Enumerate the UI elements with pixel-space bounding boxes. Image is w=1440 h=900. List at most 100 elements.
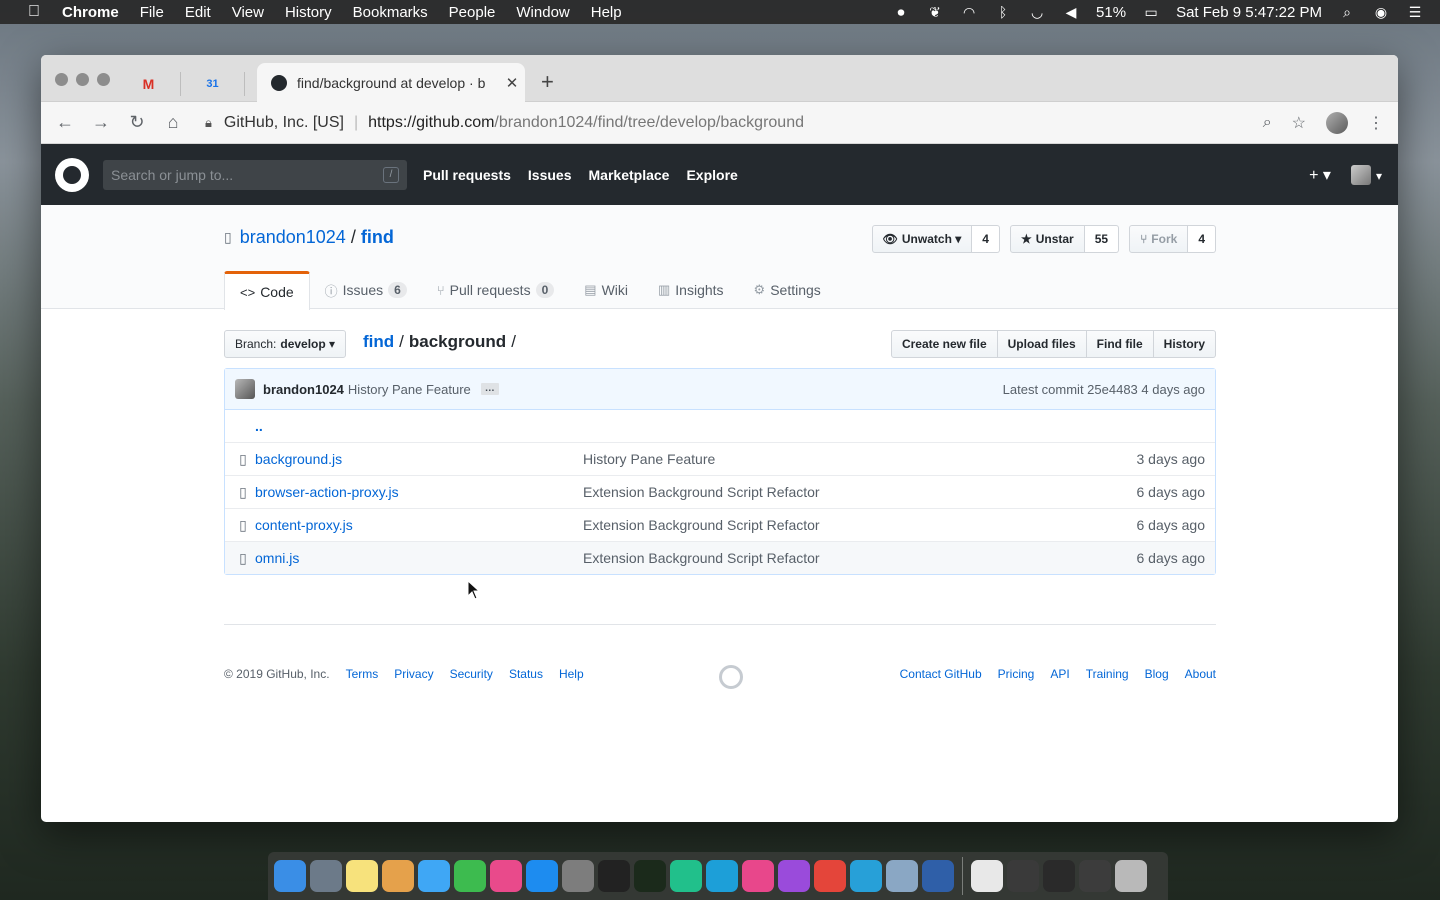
parent-directory-link[interactable]: .. [255, 418, 263, 434]
dock-chrome-icon[interactable] [814, 860, 846, 892]
footer-link-privacy[interactable]: Privacy [394, 667, 433, 681]
bookmark-star-icon[interactable]: ☆ [1292, 113, 1306, 133]
record-icon[interactable]: ⏺ [892, 4, 910, 20]
menu-bookmarks[interactable]: Bookmarks [353, 4, 428, 21]
fork-button[interactable]: ⑂ Fork [1129, 225, 1189, 253]
wifi-icon[interactable]: ◡ [1028, 4, 1046, 20]
footer-link-contact[interactable]: Contact GitHub [900, 667, 982, 681]
pinned-tab-calendar[interactable]: 31 [201, 72, 245, 96]
github-logo-icon[interactable] [55, 157, 89, 192]
more-menu-icon[interactable]: ⋮ [1368, 113, 1384, 133]
stargazers-count[interactable]: 55 [1084, 225, 1120, 253]
dock-datagrip-icon[interactable] [778, 860, 810, 892]
tab-settings[interactable]: ⚙ Settings [739, 271, 836, 309]
dock-messages-icon[interactable] [418, 860, 450, 892]
commit-expand-button[interactable]: … [480, 383, 499, 395]
footer-link-help[interactable]: Help [559, 667, 584, 681]
menu-people[interactable]: People [449, 4, 496, 21]
file-name-link[interactable]: content-proxy.js [255, 517, 583, 533]
footer-link-terms[interactable]: Terms [346, 667, 379, 681]
dock-webstorm-icon[interactable] [706, 860, 738, 892]
zoom-window-button[interactable] [97, 73, 110, 86]
dock-activity-monitor-icon[interactable] [634, 860, 666, 892]
dock-folder-3-icon[interactable] [1043, 860, 1075, 892]
find-file-button[interactable]: Find file [1086, 330, 1154, 358]
apple-icon[interactable]:  [22, 3, 46, 21]
back-button[interactable]: ← [47, 112, 83, 133]
dock-folder-4-icon[interactable] [1079, 860, 1111, 892]
latest-commit[interactable]: Latest commit 25e4483 4 days ago [1003, 382, 1205, 397]
tab-issues[interactable]: ⓘ Issues 6 [310, 271, 422, 309]
create-new-file-button[interactable]: Create new file [890, 330, 998, 358]
search-input[interactable]: Search or jump to... / [103, 159, 407, 190]
menu-help[interactable]: Help [591, 4, 622, 21]
dock-facetime-icon[interactable] [454, 860, 486, 892]
minimize-window-button[interactable] [76, 73, 89, 86]
forward-button[interactable]: → [83, 112, 119, 133]
menu-edit[interactable]: Edit [185, 4, 211, 21]
dock-terminal-icon[interactable] [598, 860, 630, 892]
lock-icon[interactable]: 🔒︎ [205, 115, 212, 131]
nav-explore[interactable]: Explore [686, 167, 737, 183]
zoom-icon[interactable]: ⌕ [1263, 114, 1272, 132]
dock-photos-icon[interactable] [382, 860, 414, 892]
unstar-button[interactable]: ★ Unstar [1009, 225, 1085, 253]
menu-window[interactable]: Window [516, 4, 569, 21]
url-path[interactable]: /brandon1024/find/tree/develop/backgroun… [494, 114, 804, 132]
menu-file[interactable]: File [140, 4, 164, 21]
file-name-link[interactable]: browser-action-proxy.js [255, 484, 583, 500]
dock-app-store-icon[interactable] [526, 860, 558, 892]
clock[interactable]: Sat Feb 9 5:47:22 PM [1176, 4, 1322, 21]
menu-history[interactable]: History [285, 4, 332, 21]
unwatch-button[interactable]: 👁︎ Unwatch ▾ [871, 225, 973, 253]
spotlight-icon[interactable]: ⌕ [1338, 4, 1356, 20]
file-name-link[interactable]: omni.js [255, 550, 583, 566]
volume-icon[interactable]: ◀ [1062, 4, 1080, 20]
dock-launchpad-icon[interactable] [310, 860, 342, 892]
repo-owner-link[interactable]: brandon1024 [240, 227, 346, 248]
footer-link-about[interactable]: About [1185, 667, 1216, 681]
battery-percent[interactable]: 51% [1096, 4, 1126, 21]
tab-pull-requests[interactable]: ⑂ Pull requests 0 [422, 271, 569, 309]
dock-itunes-icon[interactable] [490, 860, 522, 892]
dock-folder-2-icon[interactable] [1007, 860, 1039, 892]
evernote-icon[interactable]: ❦ [926, 4, 944, 20]
file-commit-message[interactable]: Extension Background Script Refactor [583, 517, 1215, 533]
url-host[interactable]: https://github.com [368, 114, 494, 132]
file-commit-message[interactable]: Extension Background Script Refactor [583, 484, 1215, 500]
close-window-button[interactable] [55, 73, 68, 86]
tab-wiki[interactable]: ▤ Wiki [569, 271, 643, 309]
create-new-dropdown[interactable]: + ▾ [1309, 165, 1331, 185]
commit-message[interactable]: History Pane Feature [348, 382, 471, 397]
footer-link-pricing[interactable]: Pricing [998, 667, 1035, 681]
bluetooth-icon[interactable]: ᛒ [994, 4, 1012, 20]
footer-link-security[interactable]: Security [450, 667, 493, 681]
site-identity[interactable]: GitHub, Inc. [US] [224, 114, 344, 132]
dock-clion-icon[interactable] [670, 860, 702, 892]
breadcrumb-root-link[interactable]: find [363, 332, 394, 351]
branch-select-button[interactable]: Branch: develop ▾ [224, 330, 347, 358]
tab-code[interactable]: <> Code [224, 271, 310, 310]
close-tab-icon[interactable]: ✕ [499, 74, 525, 92]
user-menu[interactable]: ▾ [1350, 164, 1382, 186]
tab-insights[interactable]: ▥ Insights [643, 271, 739, 309]
battery-icon[interactable]: ▭ [1142, 4, 1160, 20]
notification-center-icon[interactable]: ☰ [1406, 4, 1424, 20]
profile-avatar[interactable] [1326, 112, 1348, 134]
menu-app-name[interactable]: Chrome [62, 4, 119, 21]
dock-folder-1-icon[interactable] [971, 860, 1003, 892]
gauge-icon[interactable]: ◠ [960, 4, 978, 20]
dock-finder-icon[interactable] [274, 860, 306, 892]
dock-webstorm-2-icon[interactable] [850, 860, 882, 892]
pinned-tab-gmail[interactable]: M [137, 72, 181, 96]
footer-link-blog[interactable]: Blog [1145, 667, 1169, 681]
dock-safari-ish-icon[interactable] [922, 860, 954, 892]
nav-issues[interactable]: Issues [528, 167, 572, 183]
footer-link-training[interactable]: Training [1086, 667, 1129, 681]
dock-intellij-icon[interactable] [742, 860, 774, 892]
home-button[interactable]: ⌂ [155, 112, 191, 133]
reload-button[interactable]: ↻ [119, 112, 155, 133]
forks-count[interactable]: 4 [1188, 225, 1216, 253]
siri-icon[interactable]: ◉ [1372, 4, 1390, 20]
commit-author-avatar[interactable] [235, 379, 255, 399]
